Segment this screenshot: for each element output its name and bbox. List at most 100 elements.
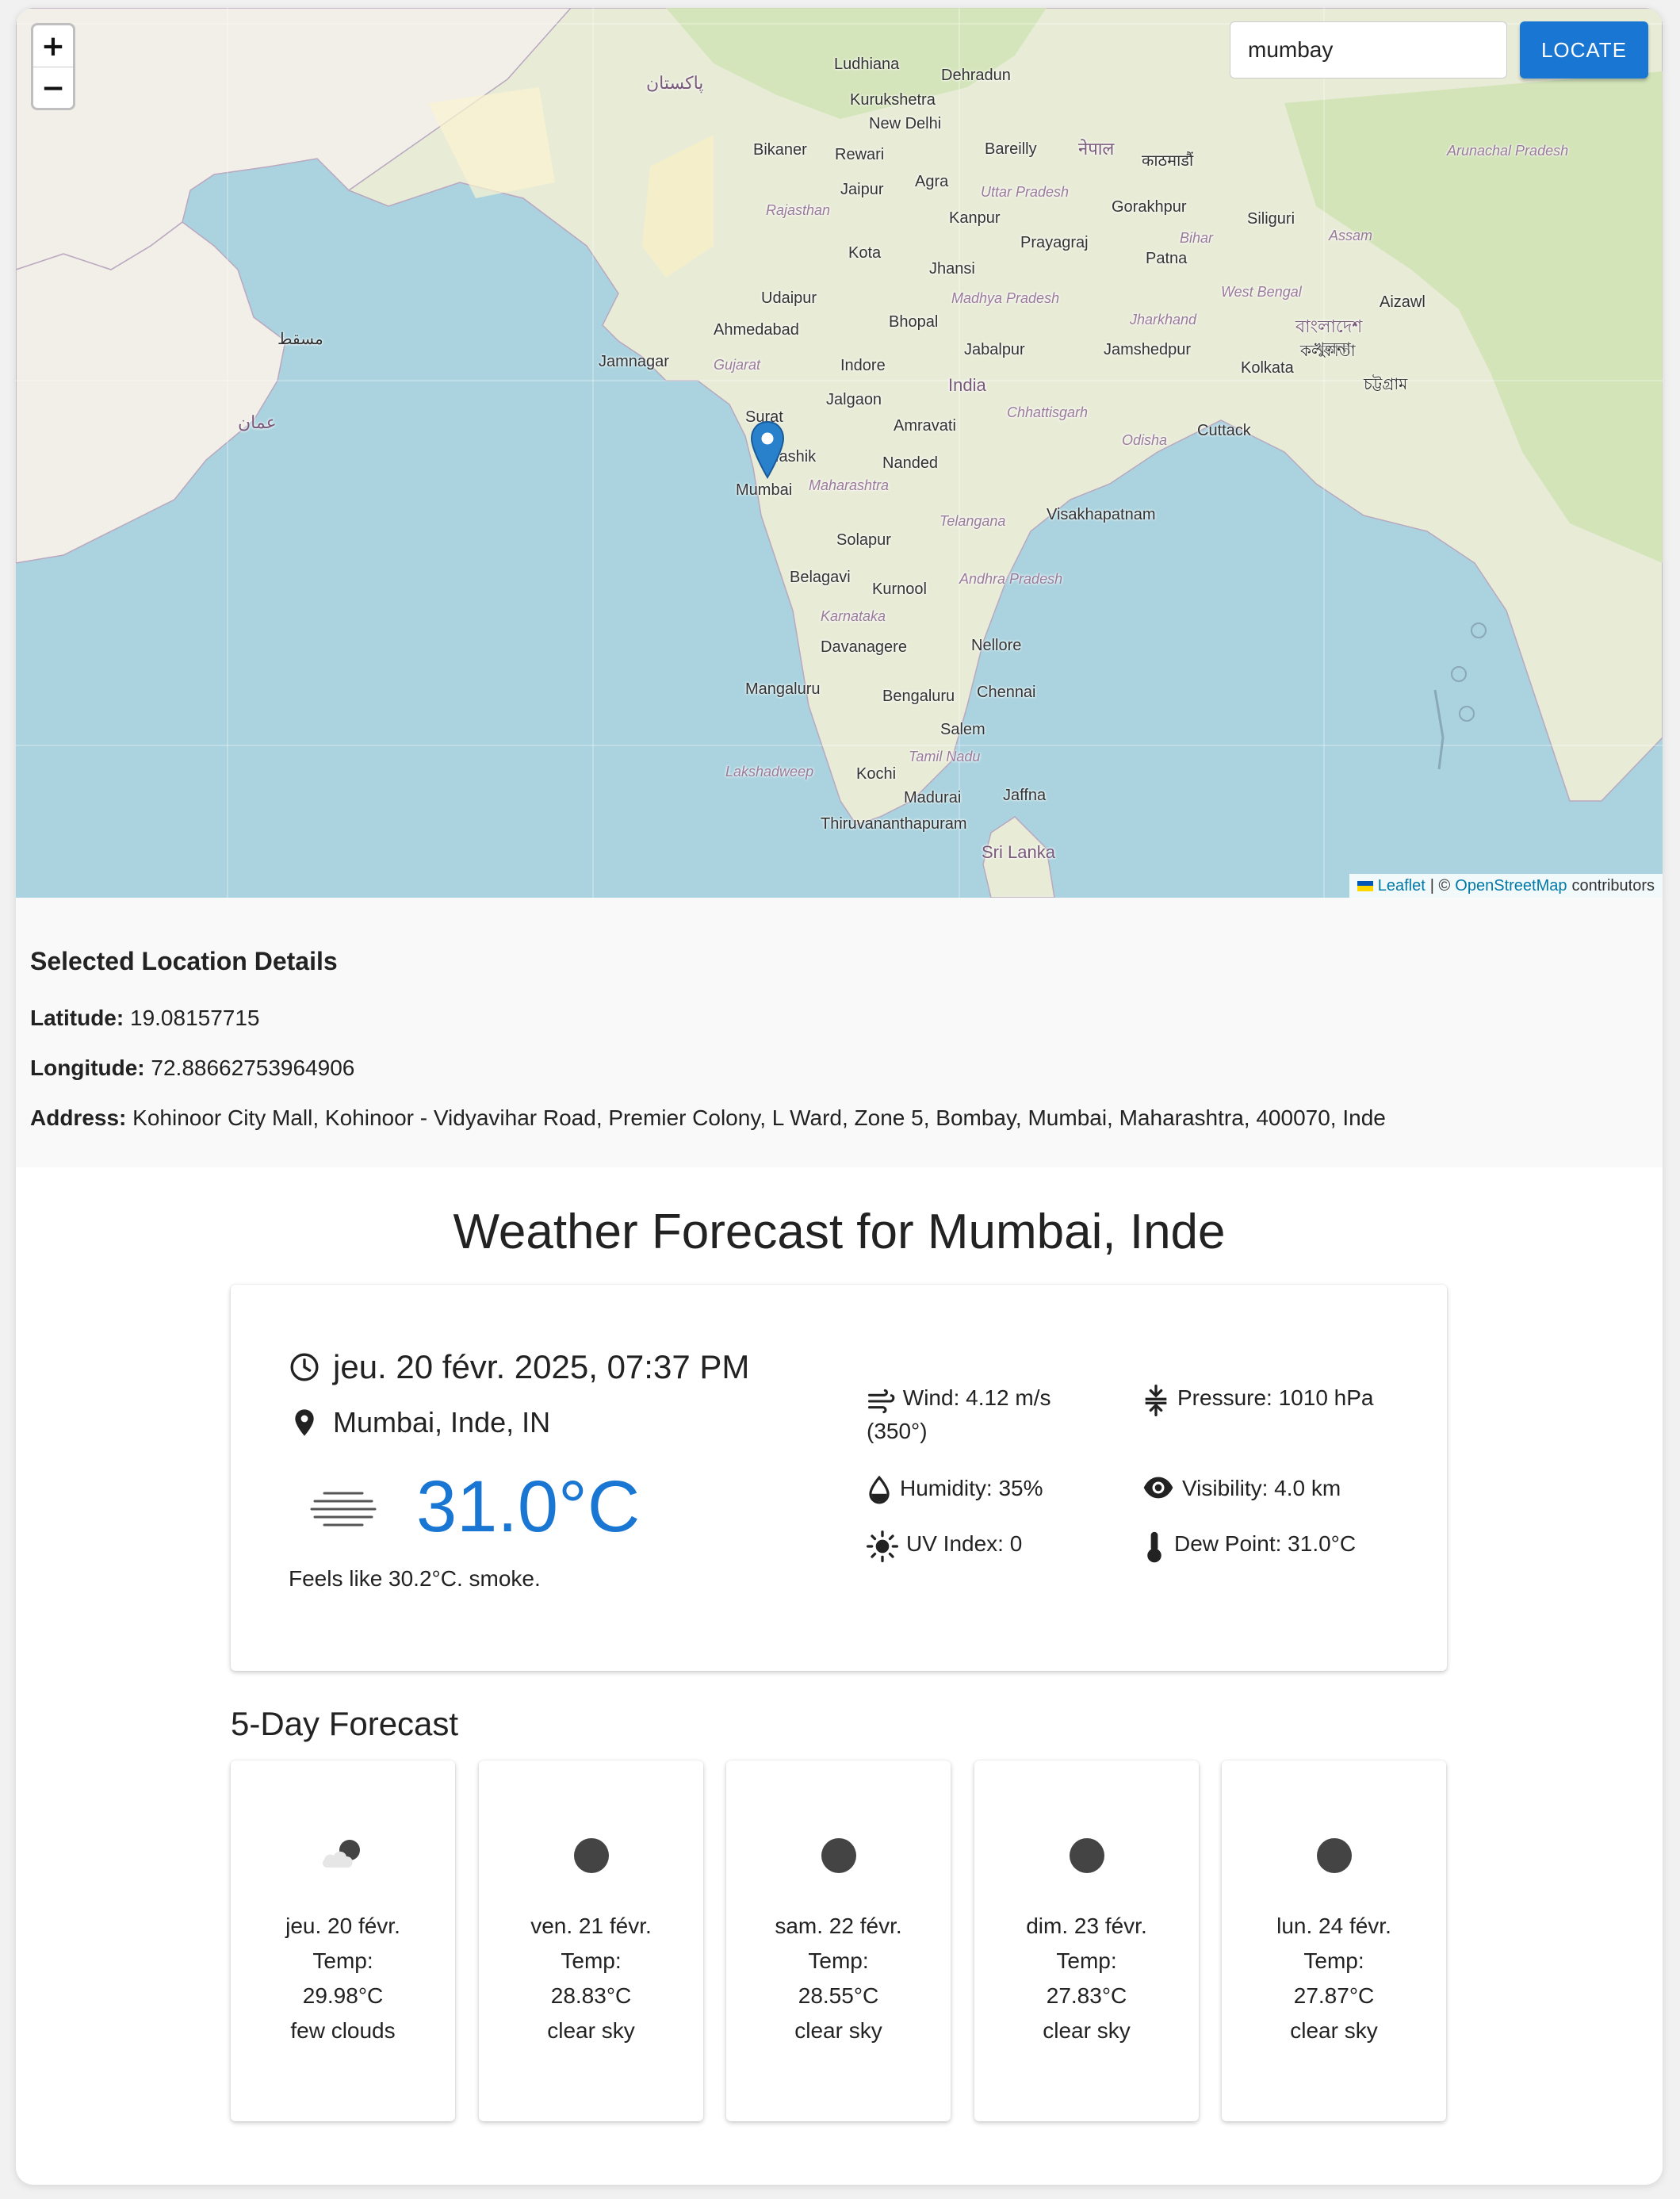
clock-icon xyxy=(290,1353,319,1381)
map-label: Bikaner xyxy=(753,141,807,159)
map-label: Kurukshetra xyxy=(850,91,936,109)
map-label: Chennai xyxy=(977,684,1036,701)
map-label: Agra xyxy=(915,173,949,190)
map-label: Udaipur xyxy=(761,289,817,307)
map-label: Karnataka xyxy=(821,608,886,624)
map-label: Rewari xyxy=(835,146,885,163)
forecast-description: clear sky xyxy=(547,2018,635,2043)
map-label: Kochi xyxy=(856,765,897,783)
visibility-stat: Visibility: 4.0 km xyxy=(1142,1472,1341,1505)
map-label: Assam xyxy=(1329,228,1373,243)
map-label: Arunachal Pradesh xyxy=(1447,143,1569,159)
map-label: Jaipur xyxy=(840,181,884,198)
map-label: नेपाल xyxy=(1078,139,1115,159)
map-label: Jamshedpur xyxy=(1104,341,1192,358)
map-marker-icon[interactable] xyxy=(749,420,786,481)
map-label: Salem xyxy=(940,721,985,738)
humidity-stat: Humidity: 35% xyxy=(867,1472,1043,1505)
ukraine-flag-icon xyxy=(1357,880,1373,891)
clear-night-icon xyxy=(1316,1838,1352,1873)
map-label: Visakhapatnam xyxy=(1047,506,1156,523)
forecast-temp-label: Temp: xyxy=(1056,1948,1117,1973)
map-label: Cuttack xyxy=(1197,422,1251,439)
map-label: Jharkhand xyxy=(1130,312,1197,328)
map[interactable]: Ludhiana Dehradun Kurukshetra New Delhi … xyxy=(16,8,1663,898)
current-location: Mumbai, Inde, IN xyxy=(333,1406,551,1439)
map-attribution: Leaflet | © OpenStreetMap contributors xyxy=(1349,874,1663,898)
current-datetime-row: jeu. 20 févr. 2025, 07:37 PM xyxy=(289,1348,749,1386)
map-label: Gorakhpur xyxy=(1112,198,1187,216)
map-label: Rajasthan xyxy=(766,202,831,218)
forecast-date: ven. 21 févr. xyxy=(530,1914,652,1938)
zoom-control: + − xyxy=(31,23,75,110)
map-label: Amravati xyxy=(894,417,956,435)
map-label: India xyxy=(948,375,986,395)
map-label: Bihar xyxy=(1180,230,1214,246)
forecast-temp-label: Temp: xyxy=(312,1948,373,1973)
wind-stat: Wind: 4.12 m/s (350°) xyxy=(867,1381,1104,1448)
location-details-heading: Selected Location Details xyxy=(30,947,338,975)
leaflet-link[interactable]: Leaflet xyxy=(1378,877,1426,895)
current-weather-card: jeu. 20 févr. 2025, 07:37 PM Mumbai, Ind… xyxy=(231,1285,1447,1671)
wind-direction: (350°) xyxy=(867,1419,928,1443)
map-label: New Delhi xyxy=(869,115,942,132)
forecast-date: jeu. 20 févr. xyxy=(285,1914,400,1938)
locate-button[interactable]: LOCATE xyxy=(1520,21,1648,79)
map-label: Indore xyxy=(840,357,886,374)
map-label: Kanpur xyxy=(949,209,1001,227)
forecast-description: clear sky xyxy=(1043,2018,1131,2043)
map-label: Gujarat xyxy=(714,357,761,373)
forecast-day-card: ven. 21 févr. Temp: 28.83°C clear sky xyxy=(479,1760,703,2121)
map-label: Ludhiana xyxy=(834,56,900,73)
map-label: Jalgaon xyxy=(826,391,882,408)
current-temperature-row: 31.0°C xyxy=(310,1465,640,1549)
longitude-row: Longitude: 72.88662753964906 xyxy=(30,1055,354,1081)
clear-night-icon xyxy=(821,1838,856,1873)
map-label: Sri Lanka xyxy=(982,842,1055,862)
map-label: Bareilly xyxy=(985,140,1037,158)
forecast-temp-label: Temp: xyxy=(561,1948,622,1973)
visibility-value: Visibility: 4.0 km xyxy=(1182,1476,1341,1500)
zoom-in-button[interactable]: + xyxy=(33,25,73,67)
map-label: Kolkata xyxy=(1241,359,1294,377)
weather-title: Weather Forecast for Mumbai, Inde xyxy=(453,1205,1226,1259)
current-datetime: jeu. 20 févr. 2025, 07:37 PM xyxy=(333,1348,750,1385)
map-label: Siliguri xyxy=(1247,210,1295,228)
haze-icon xyxy=(310,1492,377,1526)
forecast-title: 5-Day Forecast xyxy=(231,1705,459,1742)
map-label: Kurnool xyxy=(872,580,927,598)
map-label: Belagavi xyxy=(790,569,851,586)
forecast-temp: 28.83°C xyxy=(550,1983,632,2008)
map-label: Tamil Nadu xyxy=(909,749,981,764)
map-label: Lakshadweep xyxy=(725,764,814,780)
forecast-temp-label: Temp: xyxy=(808,1948,869,1973)
thermometer-icon xyxy=(1147,1531,1161,1563)
map-label: مسقط xyxy=(277,331,323,348)
forecast-temp: 28.55°C xyxy=(798,1983,879,2008)
map-label: Madhya Pradesh xyxy=(951,290,1060,306)
zoom-out-button[interactable]: − xyxy=(33,67,73,108)
latitude-label: Latitude: xyxy=(30,1006,124,1030)
forecast-description: clear sky xyxy=(1290,2018,1378,2043)
forecast-date: dim. 23 févr. xyxy=(1026,1914,1147,1938)
address-label: Address: xyxy=(30,1105,127,1130)
map-label: Davanagere xyxy=(821,638,907,656)
location-details-panel: Selected Location Details Latitude: 19.0… xyxy=(16,898,1663,1167)
forecast-day-card: jeu. 20 févr. Temp: 29.98°C few clouds xyxy=(231,1760,455,2121)
feels-like-text: Feels like 30.2°C. smoke. xyxy=(289,1566,541,1591)
location-search-input[interactable] xyxy=(1230,21,1507,79)
map-label: Nanded xyxy=(882,454,939,472)
map-label: عمان xyxy=(238,412,277,432)
location-pin-icon xyxy=(295,1409,314,1436)
map-basemap xyxy=(16,8,1663,898)
longitude-value: 72.88662753964906 xyxy=(151,1055,355,1080)
forecast-temp: 27.83°C xyxy=(1046,1983,1127,2008)
attribution-contributors: contributors xyxy=(1571,876,1655,895)
openstreetmap-link[interactable]: OpenStreetMap xyxy=(1455,877,1567,895)
map-label: খুলনা xyxy=(1315,340,1351,358)
latitude-value: 19.08157715 xyxy=(130,1006,260,1030)
map-label: Andhra Pradesh xyxy=(959,571,1063,587)
map-label: Dehradun xyxy=(941,67,1011,84)
forecast-day-card: lun. 24 févr. Temp: 27.87°C clear sky xyxy=(1222,1760,1446,2121)
forecast-day-card: dim. 23 févr. Temp: 27.83°C clear sky xyxy=(974,1760,1199,2121)
